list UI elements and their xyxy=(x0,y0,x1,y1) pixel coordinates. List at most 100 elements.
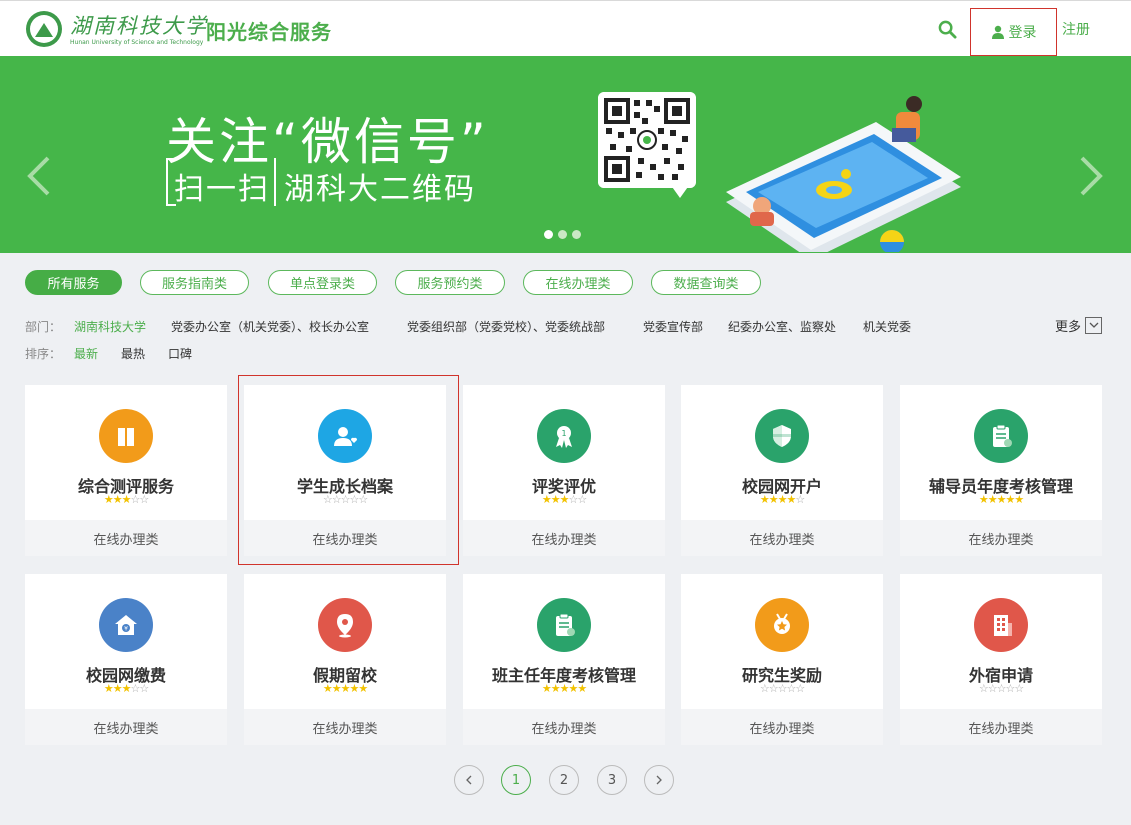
page-button-1[interactable]: 1 xyxy=(501,765,531,795)
clipboard-icon xyxy=(974,409,1028,463)
star-icon: ★ xyxy=(103,493,114,506)
star-icon: ☆ xyxy=(139,493,149,506)
logo-subtext: Hunan University of Science and Technolo… xyxy=(70,39,204,46)
star-icon: ☆ xyxy=(786,682,796,695)
book-icon xyxy=(99,409,153,463)
service-card[interactable]: 辅导员年度考核管理 ★★★★★ 在线办理类 xyxy=(900,385,1102,556)
prev-page-button[interactable] xyxy=(454,765,484,795)
star-icon: ☆ xyxy=(1005,682,1015,695)
star-icon: ★ xyxy=(1014,493,1024,506)
rating-stars: ★★★☆☆ xyxy=(463,494,665,506)
department-option[interactable]: 党委宣传部 xyxy=(643,318,703,335)
star-icon: ★ xyxy=(568,682,578,695)
star-icon: ☆ xyxy=(322,493,333,506)
tab-single-sign-on[interactable]: 单点登录类 xyxy=(268,270,377,295)
star-icon: ☆ xyxy=(331,493,342,506)
star-icon: ★ xyxy=(103,682,114,695)
university-logo-icon[interactable] xyxy=(26,11,62,47)
chevron-down-icon xyxy=(1085,317,1103,334)
login-label: 登录 xyxy=(1008,25,1037,41)
star-icon: ☆ xyxy=(577,493,587,506)
site-name[interactable]: 阳光综合服务 xyxy=(206,16,332,45)
page-button-3[interactable]: 3 xyxy=(597,765,627,795)
service-card[interactable]: 学生成长档案 ☆☆☆☆☆ 在线办理类 xyxy=(244,385,446,556)
tab-service-guide[interactable]: 服务指南类 xyxy=(140,270,249,295)
svg-text:1: 1 xyxy=(561,429,566,438)
register-link[interactable]: 注册 xyxy=(1062,19,1090,39)
location-pin-icon xyxy=(318,598,372,652)
sort-option-hottest[interactable]: 最热 xyxy=(121,345,145,362)
star-icon: ☆ xyxy=(978,682,989,695)
tab-data-query[interactable]: 数据查询类 xyxy=(651,270,761,295)
rating-stars: ★★★★★ xyxy=(463,683,665,695)
rating-stars: ★★★☆☆ xyxy=(25,494,227,506)
page-button-2[interactable]: 2 xyxy=(549,765,579,795)
service-category: 在线办理类 xyxy=(25,520,227,556)
service-category: 在线办理类 xyxy=(463,520,665,556)
phone-pool-illustration xyxy=(726,96,961,252)
star-icon: ★ xyxy=(786,493,796,506)
star-icon: ☆ xyxy=(349,493,359,506)
service-category: 在线办理类 xyxy=(244,520,446,556)
star-icon: ★ xyxy=(768,493,779,506)
department-option[interactable]: 党委办公室（机关党委）、校长办公室 xyxy=(171,318,369,335)
carousel-next-arrow-icon[interactable] xyxy=(1076,154,1106,198)
carousel-indicators xyxy=(544,230,581,239)
qr-speech-tail xyxy=(670,184,690,198)
star-icon: ★ xyxy=(987,493,998,506)
sort-option-newest[interactable]: 最新 xyxy=(74,345,98,362)
sort-option-reputation[interactable]: 口碑 xyxy=(168,345,192,362)
top-header: 湖南科技大学 Hunan University of Science and T… xyxy=(0,0,1131,56)
star-icon: ☆ xyxy=(568,493,578,506)
building-icon xyxy=(974,598,1028,652)
service-category: 在线办理类 xyxy=(900,709,1102,745)
star-icon: ☆ xyxy=(130,493,140,506)
banner-scan-text: 扫一扫 xyxy=(174,172,270,207)
star-icon: ★ xyxy=(322,682,333,695)
department-option[interactable]: 纪委办公室、监察处 xyxy=(728,318,836,335)
star-icon: ★ xyxy=(978,493,989,506)
star-icon: ☆ xyxy=(1014,682,1024,695)
service-card[interactable]: 综合测评服务 ★★★☆☆ 在线办理类 xyxy=(25,385,227,556)
carousel-dot[interactable] xyxy=(544,230,553,239)
service-card[interactable]: 研究生奖励 ☆☆☆☆☆ 在线办理类 xyxy=(681,574,883,745)
service-card[interactable]: 假期留校 ★★★★★ 在线办理类 xyxy=(244,574,446,745)
next-page-button[interactable] xyxy=(644,765,674,795)
tab-service-booking[interactable]: 服务预约类 xyxy=(395,270,505,295)
star-icon: ★ xyxy=(331,682,342,695)
star-icon: ★ xyxy=(541,493,552,506)
carousel-prev-arrow-icon[interactable] xyxy=(24,154,54,198)
department-option[interactable]: 党委组织部（党委党校）、党委统战部 xyxy=(407,318,605,335)
student-profile-icon xyxy=(318,409,372,463)
medal-icon: 1 xyxy=(537,409,591,463)
service-card[interactable]: 班主任年度考核管理 ★★★★★ 在线办理类 xyxy=(463,574,665,745)
carousel-dot[interactable] xyxy=(572,230,581,239)
rating-stars: ★★★★★ xyxy=(244,683,446,695)
logo-text[interactable]: 湖南科技大学 xyxy=(70,10,208,40)
service-card[interactable]: 外宿申请 ☆☆☆☆☆ 在线办理类 xyxy=(900,574,1102,745)
department-option[interactable]: 湖南科技大学 xyxy=(74,318,146,335)
more-departments-button[interactable]: 更多 xyxy=(1055,316,1103,335)
service-card[interactable]: 校园网开户 ★★★★☆ 在线办理类 xyxy=(681,385,883,556)
star-icon: ☆ xyxy=(795,682,805,695)
star-icon: ☆ xyxy=(358,493,368,506)
tab-all-services[interactable]: 所有服务 xyxy=(25,270,122,295)
shield-icon xyxy=(755,409,809,463)
department-option[interactable]: 机关党委 xyxy=(863,318,911,335)
star-icon: ★ xyxy=(759,493,770,506)
sort-label: 排序： xyxy=(25,347,62,361)
tab-online-processing[interactable]: 在线办理类 xyxy=(523,270,633,295)
svg-text:¥: ¥ xyxy=(124,626,128,633)
department-label: 部门： xyxy=(25,320,62,334)
rating-stars: ★★★★☆ xyxy=(681,494,883,506)
service-category: 在线办理类 xyxy=(681,709,883,745)
rating-stars: ☆☆☆☆☆ xyxy=(244,494,446,506)
service-card[interactable]: ¥ 校园网缴费 ★★★☆☆ 在线办理类 xyxy=(25,574,227,745)
banner-qr-text: 湖科大二维码 xyxy=(284,172,476,207)
login-button[interactable]: 登录 xyxy=(970,8,1057,56)
rating-stars: ☆☆☆☆☆ xyxy=(900,683,1102,695)
star-icon: ☆ xyxy=(987,682,998,695)
carousel-dot[interactable] xyxy=(558,230,567,239)
search-icon[interactable] xyxy=(938,20,957,39)
service-card[interactable]: 1 评奖评优 ★★★☆☆ 在线办理类 xyxy=(463,385,665,556)
